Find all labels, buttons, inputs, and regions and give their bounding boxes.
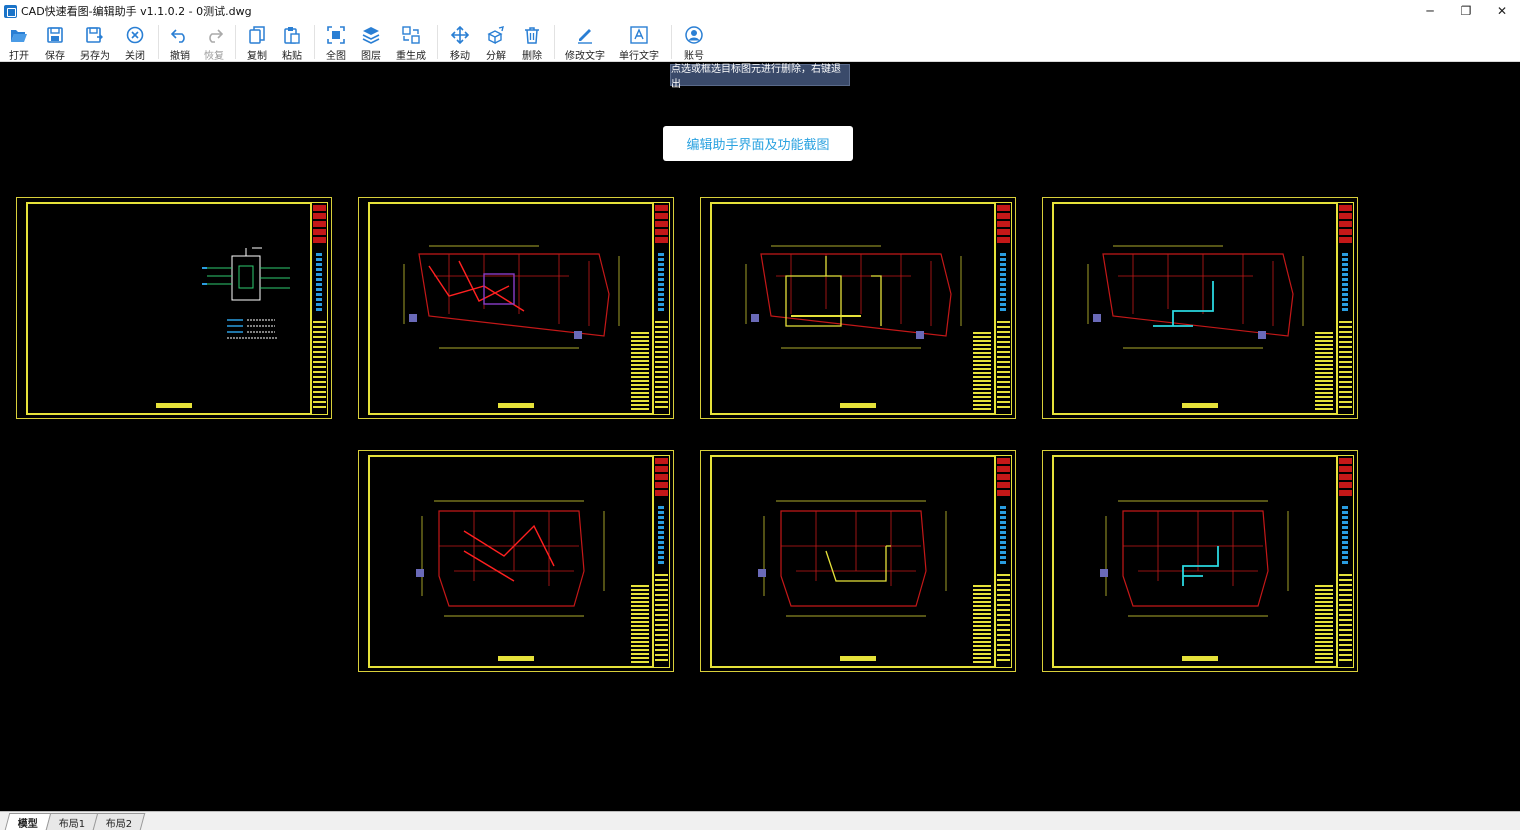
user-avatar-icon bbox=[684, 25, 704, 45]
delete-hint-tooltip: 点选或框选目标图元进行删除，右键退出 bbox=[670, 64, 850, 90]
redo-button[interactable]: 恢复 bbox=[197, 22, 231, 62]
title-bar: CAD快速看图-编辑助手 v1.1.0.2 - 0测试.dwg ─ ❐ ✕ bbox=[0, 0, 1520, 22]
paste-button[interactable]: 粘贴 bbox=[274, 22, 310, 62]
system-diagram bbox=[202, 247, 290, 339]
floor-plan bbox=[758, 500, 947, 617]
delete-button[interactable]: 删除 bbox=[514, 22, 550, 62]
floor-plan bbox=[1100, 500, 1289, 617]
toolbar-divider bbox=[235, 25, 236, 59]
tab-layout1[interactable]: 布局1 bbox=[45, 813, 99, 830]
copy-button[interactable]: 复制 bbox=[240, 22, 274, 62]
regen-button[interactable]: 重生成 bbox=[389, 22, 433, 62]
drawing-sheet[interactable] bbox=[358, 197, 674, 419]
close-file-button[interactable]: 关闭 bbox=[116, 22, 154, 62]
toolbar-divider bbox=[437, 25, 438, 59]
save-button[interactable]: 保存 bbox=[36, 22, 74, 62]
drawing-sheet[interactable] bbox=[358, 450, 674, 672]
app-icon bbox=[4, 4, 17, 18]
floor-plan bbox=[745, 245, 962, 349]
drawing-sheet[interactable] bbox=[16, 197, 332, 419]
toolbar-divider bbox=[554, 25, 555, 59]
drawing-canvas[interactable] bbox=[0, 62, 1520, 811]
explode-icon bbox=[486, 25, 506, 45]
move-arrows-icon bbox=[450, 25, 470, 45]
minimize-button[interactable]: ─ bbox=[1412, 0, 1448, 22]
tab-model[interactable]: 模型 bbox=[4, 813, 52, 830]
floor-plan bbox=[1087, 245, 1304, 349]
pencil-icon bbox=[575, 25, 595, 45]
redo-icon bbox=[204, 25, 224, 45]
copy-icon bbox=[247, 25, 267, 45]
drawing-sheet[interactable] bbox=[700, 450, 1016, 672]
save-as-button[interactable]: 另存为 bbox=[74, 22, 116, 62]
floor-plan bbox=[416, 500, 605, 617]
drawing-sheet[interactable] bbox=[700, 197, 1016, 419]
window-controls: ─ ❐ ✕ bbox=[1412, 0, 1520, 22]
explode-button[interactable]: 分解 bbox=[478, 22, 514, 62]
open-button[interactable]: 打开 bbox=[2, 22, 36, 62]
layers-icon bbox=[361, 25, 381, 45]
folder-open-icon bbox=[9, 25, 29, 45]
account-button[interactable]: 账号 bbox=[676, 22, 712, 62]
trash-icon bbox=[522, 25, 542, 45]
fit-all-button[interactable]: 全图 bbox=[319, 22, 353, 62]
layers-button[interactable]: 图层 bbox=[353, 22, 389, 62]
regenerate-icon bbox=[401, 25, 421, 45]
save-icon bbox=[45, 25, 65, 45]
drawing-sheet[interactable] bbox=[1042, 450, 1358, 672]
paste-icon bbox=[282, 25, 302, 45]
drawing-sheet[interactable] bbox=[1042, 197, 1358, 419]
floor-plan bbox=[403, 245, 620, 349]
caption-banner: 编辑助手界面及功能截图 bbox=[663, 126, 853, 161]
undo-icon bbox=[170, 25, 190, 45]
single-line-text-button[interactable]: 单行文字 bbox=[611, 22, 667, 62]
text-box-icon bbox=[629, 25, 649, 45]
toolbar: 打开 保存 另存为 关闭 撤销 恢复 复制 粘贴 全图 图层 重生成 移动 分解… bbox=[0, 22, 1520, 62]
close-circle-icon bbox=[125, 25, 145, 45]
save-as-icon bbox=[85, 25, 105, 45]
toolbar-divider bbox=[314, 25, 315, 59]
edit-text-button[interactable]: 修改文字 bbox=[559, 22, 611, 62]
restore-button[interactable]: ❐ bbox=[1448, 0, 1484, 22]
tab-layout2[interactable]: 布局2 bbox=[93, 813, 147, 830]
layout-tabs: 模型 布局1 布局2 bbox=[0, 811, 1520, 830]
move-button[interactable]: 移动 bbox=[442, 22, 478, 62]
fit-screen-icon bbox=[326, 25, 346, 45]
undo-button[interactable]: 撤销 bbox=[163, 22, 197, 62]
toolbar-divider bbox=[671, 25, 672, 59]
close-window-button[interactable]: ✕ bbox=[1484, 0, 1520, 22]
window-title: CAD快速看图-编辑助手 v1.1.0.2 - 0测试.dwg bbox=[21, 5, 252, 18]
toolbar-divider bbox=[158, 25, 159, 59]
